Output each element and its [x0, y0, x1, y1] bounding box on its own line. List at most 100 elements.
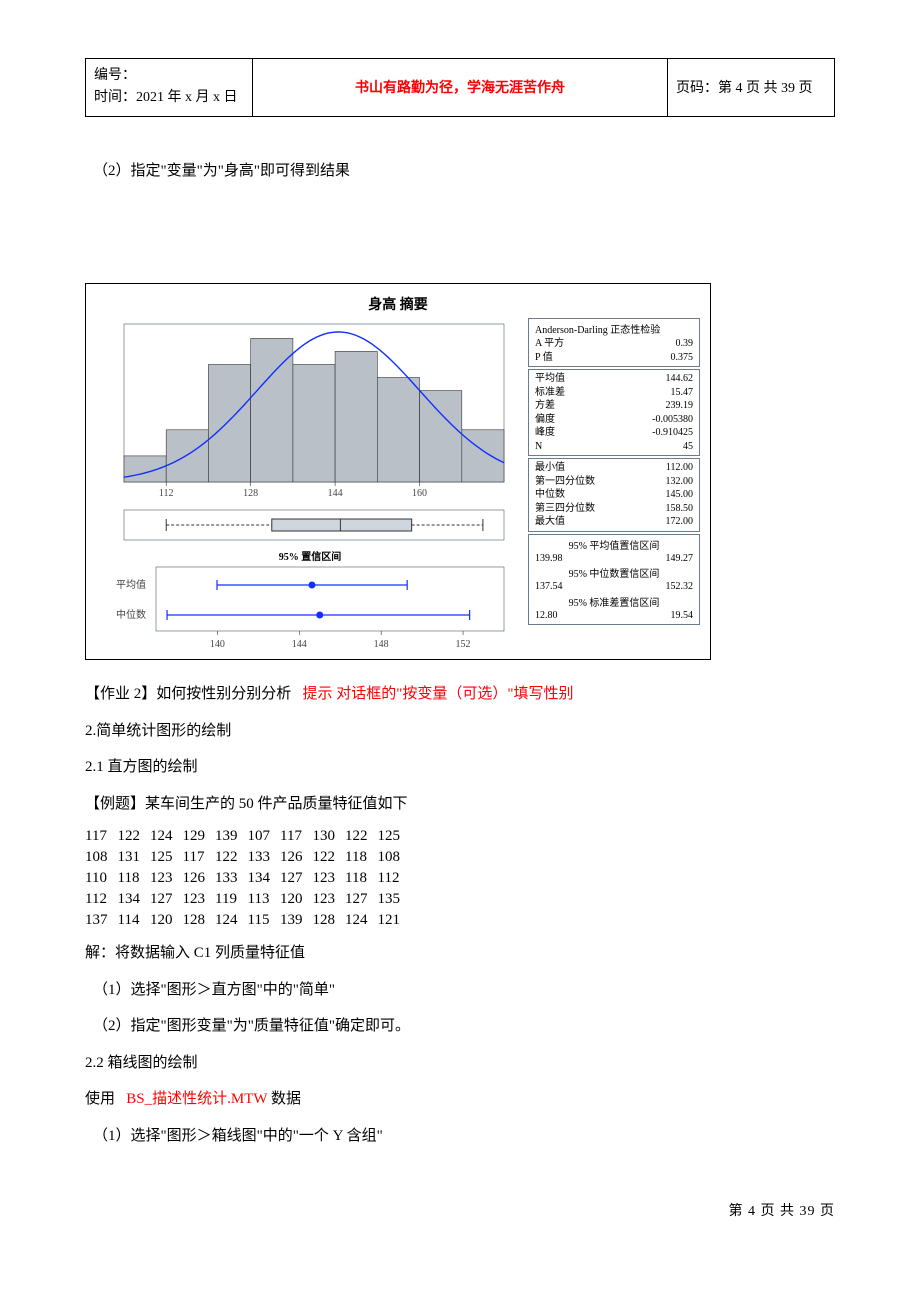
boxplot-plot: [96, 508, 516, 544]
svg-text:152: 152: [456, 639, 471, 650]
data-cell: 124: [150, 826, 183, 847]
solution-intro: 解：将数据输入 C1 列质量特征值: [85, 939, 835, 968]
page-header-table: 编号： 时间：2021 年 x 月 x 日 书山有路勤为径，学海无涯苦作舟 页码…: [85, 58, 835, 117]
data-cell: 127: [345, 889, 378, 910]
data-cell: 118: [345, 868, 378, 889]
data-cell: 108: [378, 847, 411, 868]
data-cell: 113: [248, 889, 281, 910]
data-cell: 118: [345, 847, 378, 868]
ci-stats-box: 95% 平均值置信区间139.98149.2795% 中位数置信区间137.54…: [528, 534, 700, 626]
data-cell: 131: [118, 847, 151, 868]
svg-text:144: 144: [292, 639, 307, 650]
use-file: BS_描述性统计.MTW: [126, 1091, 267, 1107]
data-cell: 120: [280, 889, 313, 910]
data-cell: 133: [248, 847, 281, 868]
ci-section-title: 95% 置信区间: [96, 548, 524, 563]
header-page: 页码：第 4 页 共 39 页: [668, 59, 835, 117]
data-cell: 112: [85, 889, 118, 910]
sec-2-1: 2.1 直方图的绘制: [85, 753, 835, 782]
data-cell: 139: [280, 910, 313, 931]
box-step1: （1）选择"图形＞箱线图"中的"一个 Y 含组": [93, 1122, 835, 1151]
data-cell: 122: [215, 847, 248, 868]
table-row: 112134127123119113120123127135: [85, 889, 410, 910]
data-cell: 121: [378, 910, 411, 931]
data-cell: 124: [215, 910, 248, 931]
page-footer: 第 4 页 共 39 页: [85, 1200, 835, 1220]
table-row: 117122124129139107117130122125: [85, 826, 410, 847]
use-file-line: 使用 BS_描述性统计.MTW 数据: [85, 1085, 835, 1114]
data-cell: 124: [345, 910, 378, 931]
data-cell: 120: [150, 910, 183, 931]
svg-text:144: 144: [328, 488, 343, 499]
use-prefix: 使用: [85, 1091, 115, 1107]
header-left: 编号： 时间：2021 年 x 月 x 日: [86, 59, 253, 117]
data-cell: 127: [280, 868, 313, 889]
data-cell: 122: [345, 826, 378, 847]
data-cell: 114: [118, 910, 151, 931]
solution-step1: （1）选择"图形＞直方图"中的"简单": [93, 976, 835, 1005]
data-cell: 130: [313, 826, 346, 847]
data-cell: 128: [313, 910, 346, 931]
data-cell: 137: [85, 910, 118, 931]
data-cell: 123: [313, 889, 346, 910]
data-cell: 118: [118, 868, 151, 889]
data-cell: 117: [85, 826, 118, 847]
step2-text: （2）指定"变量"为"身高"即可得到结果: [93, 157, 835, 186]
data-cell: 108: [85, 847, 118, 868]
data-cell: 123: [183, 889, 216, 910]
data-cell: 125: [378, 826, 411, 847]
example-data-table: 1171221241291391071171301221251081311251…: [85, 826, 410, 931]
data-cell: 107: [248, 826, 281, 847]
data-cell: 139: [215, 826, 248, 847]
table-row: 137114120128124115139128124121: [85, 910, 410, 931]
hw2-hint: 提示 对话框的"按变量（可选）"填写性别: [303, 686, 574, 702]
data-cell: 123: [150, 868, 183, 889]
data-cell: 110: [85, 868, 118, 889]
summary-chart: 身高 摘要 112 128 144 160: [85, 283, 711, 660]
svg-text:112: 112: [159, 488, 174, 499]
data-cell: 133: [215, 868, 248, 889]
data-cell: 125: [150, 847, 183, 868]
svg-text:140: 140: [210, 639, 225, 650]
svg-text:中位数: 中位数: [116, 608, 146, 621]
use-suffix: 数据: [271, 1091, 301, 1107]
data-cell: 134: [248, 868, 281, 889]
hw2-prefix: 【作业 2】如何按性别分别分析: [85, 686, 291, 702]
data-cell: 119: [215, 889, 248, 910]
descriptive-stats-box: 平均值144.62标准差15.47方差239.19偏度-0.005380峰度-0…: [528, 369, 700, 456]
data-cell: 135: [378, 889, 411, 910]
data-cell: 126: [183, 868, 216, 889]
data-cell: 112: [378, 868, 411, 889]
data-cell: 115: [248, 910, 281, 931]
data-cell: 126: [280, 847, 313, 868]
data-cell: 129: [183, 826, 216, 847]
svg-text:160: 160: [412, 488, 427, 499]
sec-2: 2.简单统计图形的绘制: [85, 717, 835, 746]
data-cell: 122: [118, 826, 151, 847]
chart-title: 身高 摘要: [96, 294, 700, 314]
quantiles-box: 最小值112.00第一四分位数132.00中位数145.00第三四分位数158.…: [528, 458, 700, 532]
anderson-darling-box: Anderson-Darling 正态性检验A 平方0.39P 值0.375: [528, 318, 700, 367]
svg-text:128: 128: [243, 488, 258, 499]
data-cell: 117: [280, 826, 313, 847]
serial-label: 编号：: [94, 65, 244, 87]
data-cell: 128: [183, 910, 216, 931]
data-cell: 127: [150, 889, 183, 910]
histogram-plot: 112 128 144 160: [96, 318, 516, 508]
data-cell: 134: [118, 889, 151, 910]
svg-text:148: 148: [374, 639, 389, 650]
data-cell: 117: [183, 847, 216, 868]
ci-plot: 平均值中位数 140 144 148 152: [96, 565, 516, 651]
data-cell: 122: [313, 847, 346, 868]
data-cell: 123: [313, 868, 346, 889]
sec-2-2: 2.2 箱线图的绘制: [85, 1049, 835, 1078]
example-title: 【例题】某车间生产的 50 件产品质量特征值如下: [85, 790, 835, 819]
header-banner: 书山有路勤为径，学海无涯苦作舟: [253, 59, 668, 117]
homework2: 【作业 2】如何按性别分别分析 提示 对话框的"按变量（可选）"填写性别: [85, 680, 835, 709]
svg-text:平均值: 平均值: [116, 578, 146, 591]
solution-step2: （2）指定"图形变量"为"质量特征值"确定即可。: [93, 1012, 835, 1041]
time-label: 时间：2021 年 x 月 x 日: [94, 87, 244, 109]
stats-panel: Anderson-Darling 正态性检验A 平方0.39P 值0.375 平…: [528, 318, 700, 651]
table-row: 108131125117122133126122118108: [85, 847, 410, 868]
table-row: 110118123126133134127123118112: [85, 868, 410, 889]
